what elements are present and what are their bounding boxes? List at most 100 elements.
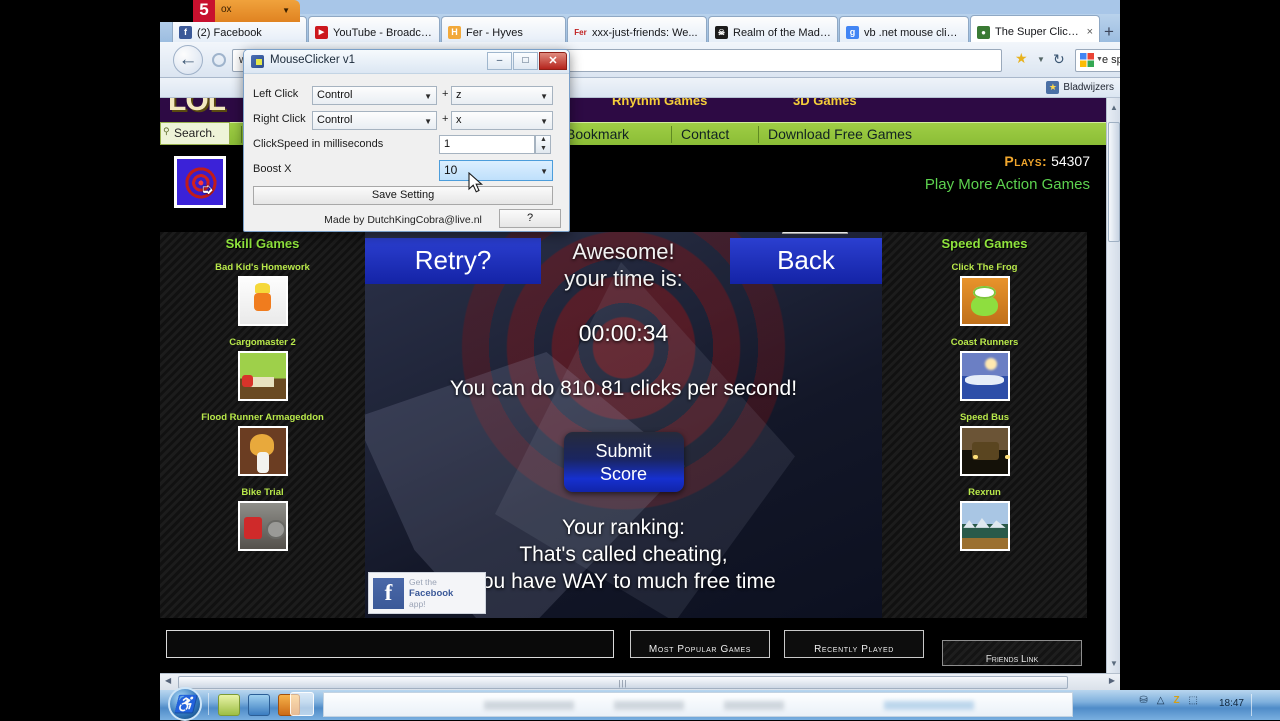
nav-bookmark[interactable]: Bookmark [566, 126, 629, 142]
taskbar-icon-active-app[interactable] [290, 692, 314, 716]
facebook-app-badge[interactable]: f Get the Facebook app! [368, 572, 486, 614]
save-setting-button[interactable]: Save Setting [253, 186, 553, 205]
dialog-title-bar[interactable]: MouseClicker v1 – □ ✕ [244, 50, 569, 74]
clickspeed-input[interactable]: 1 [439, 135, 535, 154]
stepper-down-icon[interactable]: ▼ [540, 145, 547, 152]
tray-icon-2[interactable]: △ [1157, 695, 1165, 706]
nav-separator [671, 126, 672, 143]
taskbar-window-button[interactable] [323, 692, 1073, 717]
list-item[interactable]: Click The Frog [882, 262, 1087, 326]
boost-select[interactable]: 10 ▼ [439, 160, 553, 181]
maximize-button[interactable]: □ [513, 52, 538, 70]
back-button[interactable]: ← [173, 45, 203, 75]
tray-icon-avast[interactable]: Z [1173, 695, 1179, 706]
help-button[interactable]: ? [499, 209, 561, 228]
top-left-black-notch [160, 0, 193, 22]
left-click-key-select[interactable]: z ▼ [451, 86, 553, 105]
taskbar-icon-media[interactable] [248, 694, 270, 716]
page-horizontal-scrollbar[interactable]: ◀ ||| ▶ [160, 673, 1120, 690]
close-button[interactable]: ✕ [539, 52, 567, 70]
list-item[interactable]: Cargomaster 2 [160, 337, 365, 401]
game-thumbnail[interactable] [959, 426, 1010, 476]
scroll-down-icon[interactable]: ▼ [1110, 659, 1118, 668]
browser-tab-vbnet[interactable]: g vb .net mouse click... [839, 16, 969, 42]
play-more-action-games-link[interactable]: Play More Action Games [925, 176, 1090, 193]
stepper-up-icon[interactable]: ▲ [540, 136, 547, 143]
scroll-left-icon[interactable]: ◀ [165, 676, 171, 685]
minimize-button[interactable]: – [487, 52, 512, 70]
friends-link-button[interactable]: Friends Link [942, 640, 1082, 666]
reload-icon[interactable]: ↻ [1053, 51, 1065, 68]
blokkeren-popup[interactable]: Blokkeren... [782, 232, 848, 234]
browser-tab-super-click[interactable]: ● The Super Click ... × [970, 15, 1100, 42]
list-item[interactable]: Speed Bus [882, 412, 1087, 476]
current-game-thumbnail[interactable]: ➭ [174, 156, 226, 208]
scroll-thumb[interactable] [1108, 122, 1120, 242]
scroll-right-icon[interactable]: ▶ [1109, 676, 1115, 685]
browser-tab-hyves[interactable]: H Fer - Hyves [441, 16, 566, 42]
chevron-down-icon[interactable]: ▼ [1037, 55, 1045, 64]
bottom-panel-box[interactable] [166, 630, 614, 658]
left-click-modifier-select[interactable]: Control ▼ [312, 86, 437, 105]
bookmark-star-icon[interactable]: ★ [1015, 50, 1028, 67]
hyves-icon: H [448, 26, 461, 39]
partial-tab-label: ox [221, 4, 232, 15]
flash-game-canvas[interactable]: Blokkeren... Retry? Back Awesome! your t… [365, 232, 882, 618]
list-item[interactable]: Bad Kid's Homework [160, 262, 365, 326]
browser-tab-just-friends[interactable]: Fer xxx-just-friends: We... [567, 16, 707, 42]
right-click-modifier-select[interactable]: Control ▼ [312, 111, 437, 130]
site-search-input[interactable]: Search. [160, 122, 230, 145]
mouse-cursor-icon [468, 172, 484, 193]
nav-separator [758, 126, 759, 143]
list-item[interactable]: Coast Runners [882, 337, 1087, 401]
game-thumbnail-art: ➭ [177, 159, 223, 205]
game-thumbnail[interactable] [959, 501, 1010, 551]
partial-firefox-tab[interactable]: ox ▼ [215, 0, 300, 22]
google-search-engine-icon[interactable] [1080, 53, 1094, 67]
submit-score-button[interactable]: Submit Score [563, 432, 684, 492]
scroll-up-icon[interactable]: ▲ [1110, 103, 1118, 112]
browser-tab-youtube[interactable]: ▶ YouTube - Broadca... [308, 16, 440, 42]
game-thumbnail[interactable] [959, 276, 1010, 326]
taskbar-icon-explorer[interactable] [218, 694, 240, 716]
list-item[interactable]: Rexrun [882, 487, 1087, 551]
plays-label: Plays: [1004, 153, 1048, 169]
tray-icon-4[interactable]: ⬚ [1189, 695, 1198, 706]
game-thumbnail[interactable] [959, 351, 1010, 401]
thumbnail-art [961, 278, 1008, 324]
tray-icon-1[interactable]: ⛁ [1139, 695, 1147, 706]
game-thumbnail[interactable] [237, 351, 288, 401]
bookmarks-menu-button[interactable]: ★ Bladwijzers [1046, 81, 1114, 94]
game-thumbnail[interactable] [237, 426, 288, 476]
game-name: Coast Runners [950, 337, 1019, 348]
tab-label: YouTube - Broadca... [333, 26, 433, 39]
blurred-text [614, 701, 684, 710]
right-click-key-select[interactable]: x ▼ [451, 111, 553, 130]
nav-3d-games[interactable]: 3D Games [793, 98, 857, 108]
recently-played-button[interactable]: Recently Played [784, 630, 924, 658]
close-tab-icon[interactable]: × [1087, 26, 1093, 38]
realm-skull-icon: ☠ [715, 26, 728, 39]
nav-contact[interactable]: Contact [681, 126, 729, 142]
browser-tab-realm[interactable]: ☠ Realm of the Mad ... [708, 16, 838, 42]
most-popular-games-button[interactable]: Most Popular Games [630, 630, 770, 658]
chevron-down-icon[interactable]: ▼ [1096, 56, 1103, 63]
hscroll-thumb[interactable]: ||| [178, 676, 1068, 689]
game-thumbnail[interactable] [237, 501, 288, 551]
taskbar-clock[interactable]: 18:47 [1219, 698, 1244, 709]
site-logo[interactable]: LOL [168, 98, 234, 120]
game-name: Rexrun [968, 487, 1001, 498]
tab-label: (2) Facebook [197, 26, 262, 39]
game-thumbnail[interactable] [237, 276, 288, 326]
page-vertical-scrollbar[interactable]: ▲ ▼ [1106, 98, 1120, 673]
list-item[interactable]: Flood Runner Armageddon [160, 412, 365, 476]
mouseclicker-dialog[interactable]: MouseClicker v1 – □ ✕ Left Click Control… [243, 49, 570, 232]
nav-rhythm-games[interactable]: Rhythm Games [612, 98, 707, 108]
list-item[interactable]: Bike Trial [160, 487, 365, 551]
start-button[interactable]: ♿ [168, 687, 202, 721]
clickspeed-stepper[interactable]: ▲ ▼ [535, 135, 551, 154]
nav-download-free-games[interactable]: Download Free Games [768, 126, 912, 142]
game-name: Cargomaster 2 [229, 337, 296, 348]
chevron-down-icon: ▼ [282, 6, 290, 15]
new-tab-button[interactable]: + [1104, 22, 1114, 42]
